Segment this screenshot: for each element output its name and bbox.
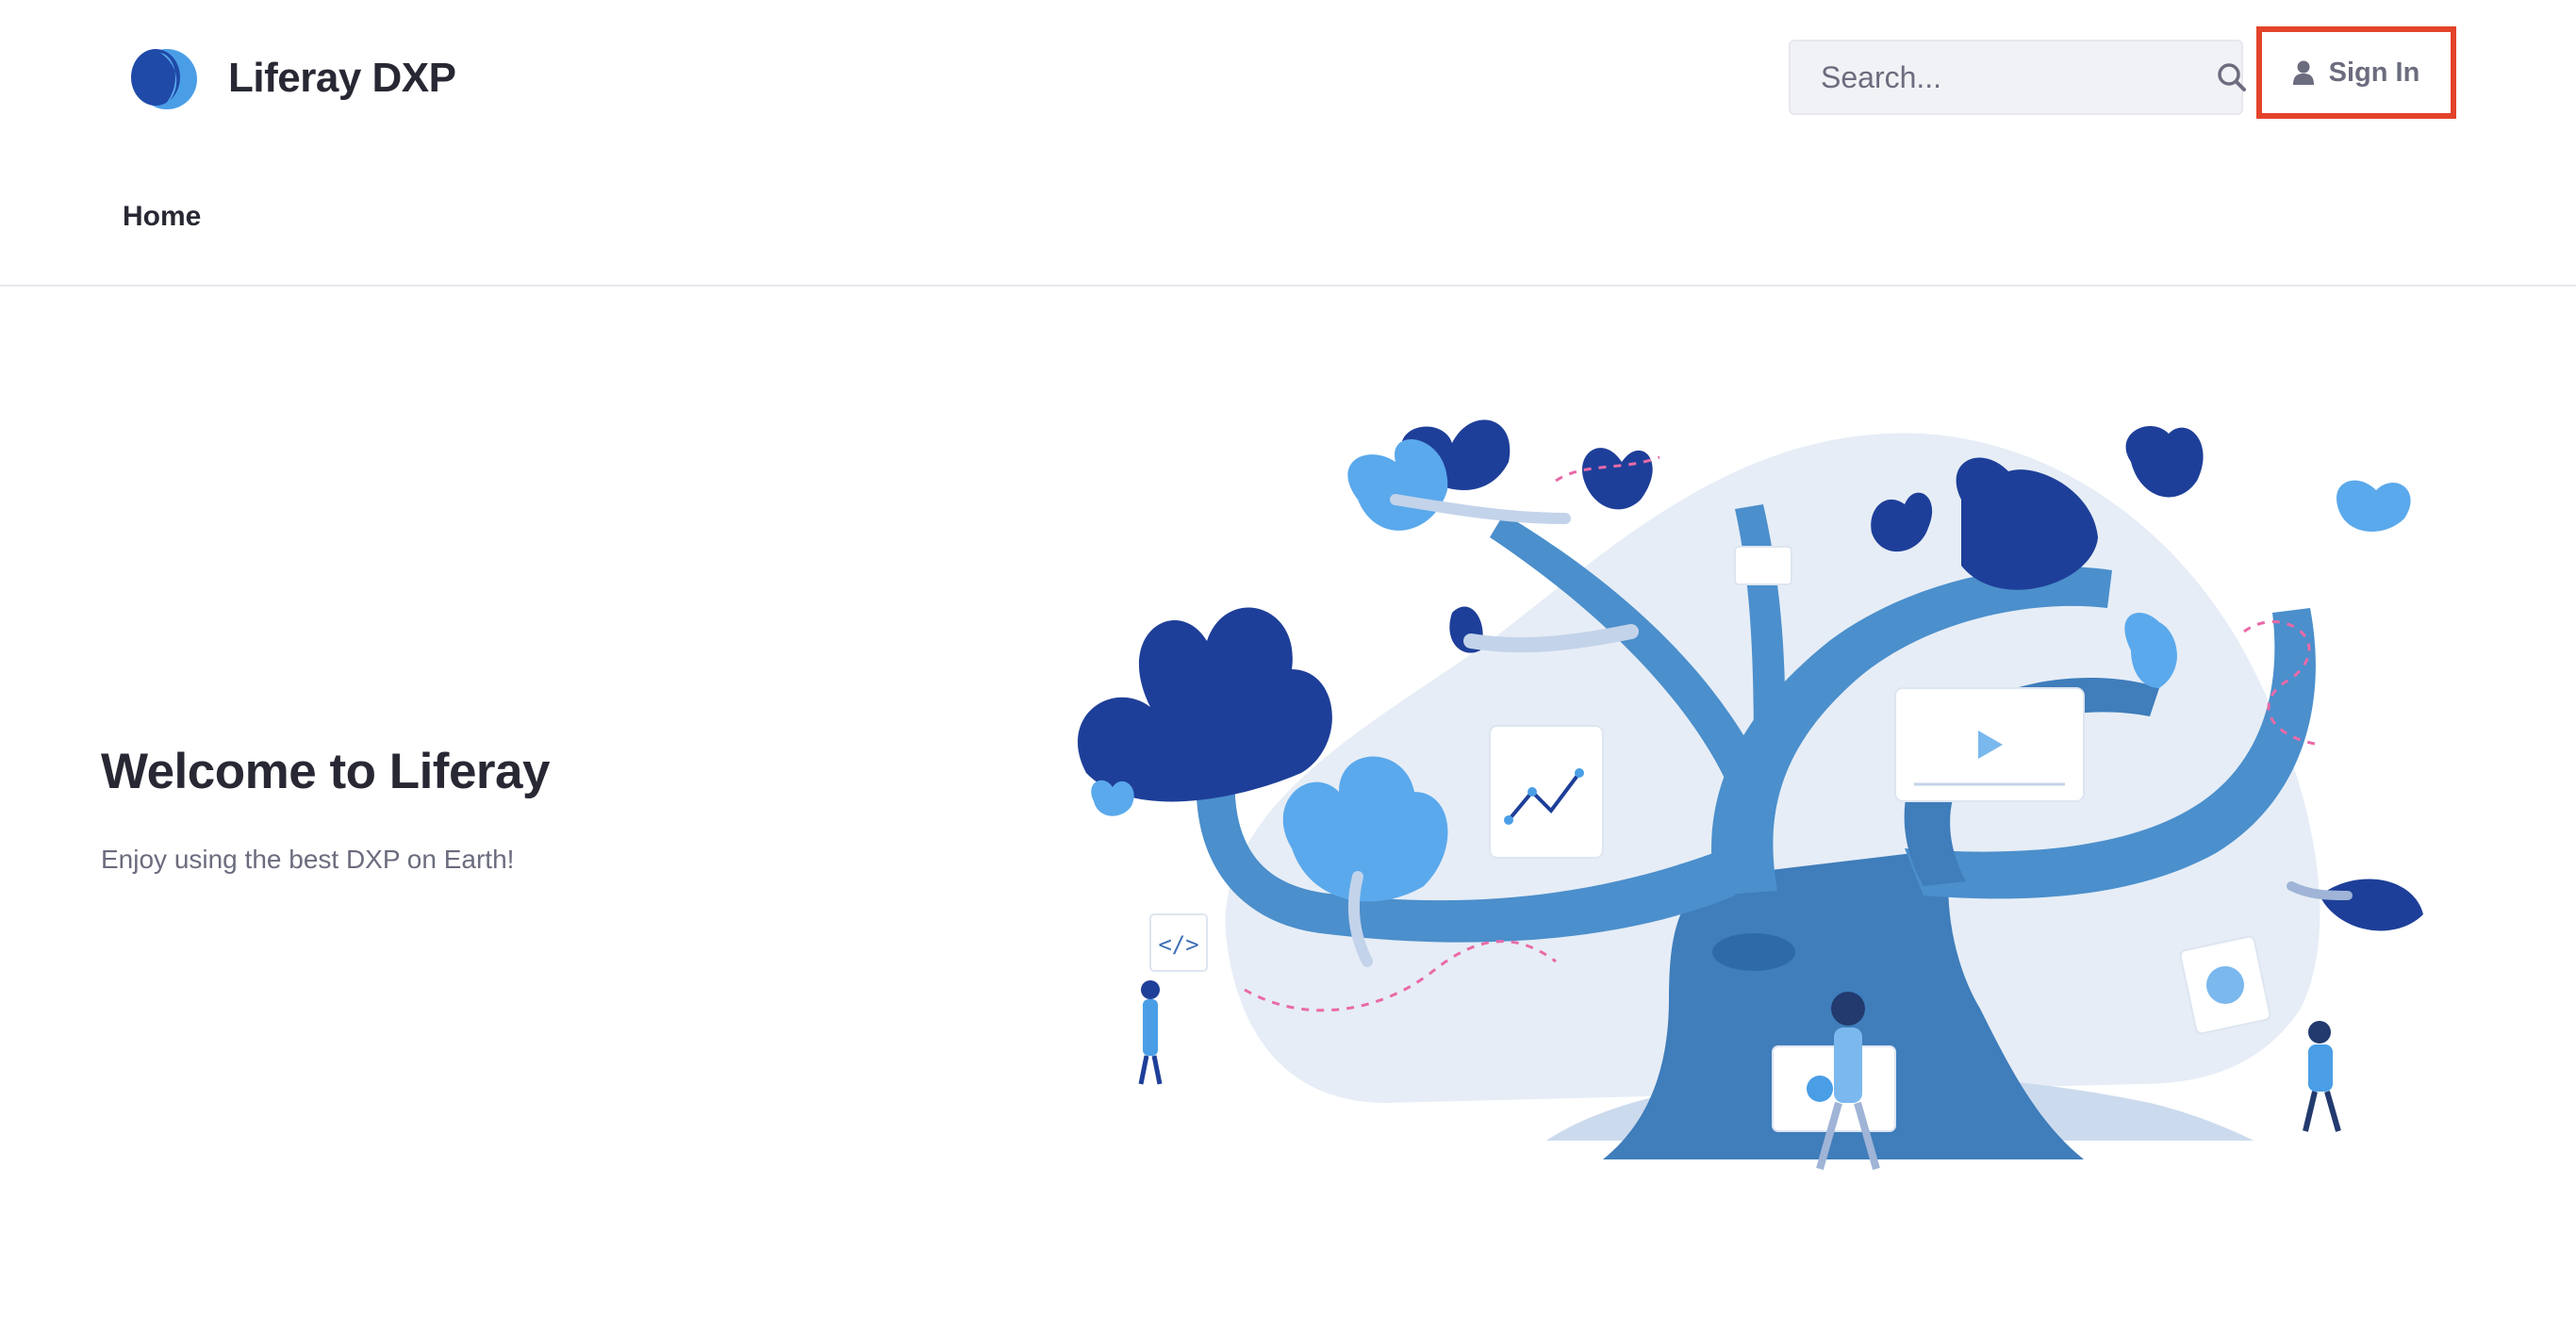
svg-text:</>: </> (1158, 931, 1198, 958)
search-input[interactable] (1791, 41, 2217, 113)
doc-card (1734, 546, 1792, 585)
trunk-knot (1712, 933, 1795, 971)
person-left (1138, 980, 1163, 1085)
search-icon (2218, 63, 2246, 91)
leaf-navy-right-large (1956, 457, 2098, 590)
brand[interactable]: Liferay DXP (123, 41, 456, 115)
leaf-navy-large (1077, 607, 1332, 802)
search-button[interactable] (2217, 41, 2247, 113)
hero-subtitle: Enjoy using the best DXP on Earth! (101, 845, 515, 874)
site-name: Liferay DXP (228, 55, 456, 101)
leaf-light-4 (2337, 480, 2411, 532)
user-icon (2292, 60, 2314, 85)
leaf-navy-top-right (2125, 425, 2204, 498)
site-header: Liferay DXP Sign In Home (0, 0, 2576, 287)
tree-illustration: </> (1077, 419, 2423, 1171)
person-right (2303, 1021, 2341, 1132)
pie-chart-icon (2206, 966, 2244, 1004)
chart-card (1489, 725, 1604, 859)
sign-in-label: Sign In (2328, 57, 2420, 88)
main-navigation: Home (123, 192, 201, 241)
sign-in-highlight: Sign In (2256, 26, 2456, 119)
leaf-navy-top-2 (1582, 448, 1653, 510)
search-bar (1789, 40, 2246, 115)
leaf-light-1 (1347, 439, 1448, 531)
liferay-logo (131, 49, 197, 109)
sign-in-button[interactable]: Sign In (2268, 38, 2445, 107)
nav-item-home[interactable]: Home (123, 201, 201, 233)
leaf-navy-far-right (2320, 879, 2423, 931)
hero-title: Welcome to Liferay (101, 744, 551, 799)
